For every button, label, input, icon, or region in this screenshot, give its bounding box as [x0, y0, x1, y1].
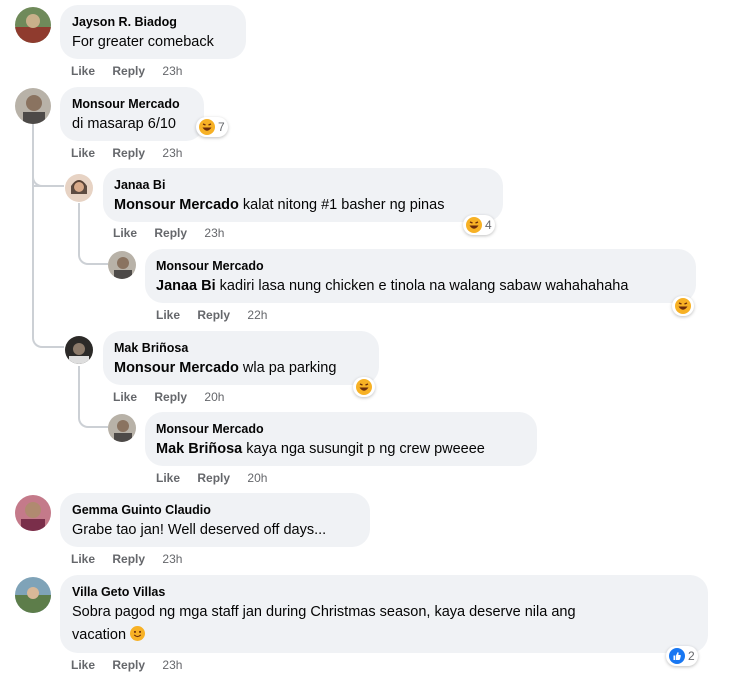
like-link[interactable]: Like: [71, 146, 95, 160]
thread-line: [32, 165, 64, 187]
reply-link[interactable]: Reply: [154, 390, 187, 404]
comment-bubble: Janaa Bi Monsour Mercado kalat nitong #1…: [103, 168, 503, 222]
reaction-summary[interactable]: 4: [463, 215, 495, 235]
avatar[interactable]: [15, 577, 51, 613]
mention-tag[interactable]: Janaa Bi: [156, 278, 216, 294]
comment-body: kalat nitong #1 basher ng pinas: [238, 197, 445, 213]
avatar[interactable]: [15, 495, 51, 531]
thread-line: [78, 203, 108, 265]
comment-bubble: Monsour Mercado Mak Briñosa kaya nga sus…: [145, 412, 537, 466]
reply-link[interactable]: Reply: [197, 308, 230, 322]
reaction-count: 7: [218, 120, 225, 134]
comment-bubble: Villa Geto Villas Sobra pagod ng mga sta…: [60, 575, 708, 653]
laugh-emoji-icon: [675, 298, 691, 314]
comment-actions: Like Reply 23h: [71, 146, 182, 160]
laugh-emoji-icon: [199, 119, 215, 135]
like-link[interactable]: Like: [156, 308, 180, 322]
comment-body: wla pa parking: [238, 360, 337, 376]
reply-link[interactable]: Reply: [112, 64, 145, 78]
comment-body: kadiri lasa nung chicken e tinola na wal…: [215, 278, 629, 294]
commenter-name[interactable]: Monsour Mercado: [156, 422, 264, 436]
thread-line: [78, 366, 108, 428]
reply-link[interactable]: Reply: [112, 658, 145, 672]
comment-body: kaya nga susungit p ng crew pweeee: [242, 441, 485, 457]
thread-line: [32, 124, 64, 348]
comment-time[interactable]: 23h: [162, 146, 182, 160]
comment-text: Sobra pagod ng mga staff jan during Chri…: [72, 604, 576, 620]
comment-actions: Like Reply 23h: [113, 226, 224, 240]
avatar[interactable]: [65, 174, 93, 202]
comment-text: Mak Briñosa kaya nga susungit p ng crew …: [156, 439, 485, 459]
comment-bubble: Jayson R. Biadog For greater comeback: [60, 5, 246, 59]
comment-actions: Like Reply 23h: [71, 658, 182, 672]
comment-time[interactable]: 22h: [247, 308, 267, 322]
reply-link[interactable]: Reply: [154, 226, 187, 240]
comment-text: Monsour Mercado wla pa parking: [114, 358, 336, 378]
avatar[interactable]: [108, 251, 136, 279]
reaction-summary[interactable]: [672, 296, 694, 316]
like-link[interactable]: Like: [71, 64, 95, 78]
comment-bubble: Monsour Mercado di masarap 6/10: [60, 87, 204, 141]
comment-time[interactable]: 20h: [204, 390, 224, 404]
laugh-emoji-icon: [466, 217, 482, 233]
smile-emoji-icon: [130, 626, 146, 641]
like-link[interactable]: Like: [113, 390, 137, 404]
avatar[interactable]: [65, 336, 93, 364]
laugh-emoji-icon: [356, 379, 372, 395]
like-link[interactable]: Like: [113, 226, 137, 240]
reply-link[interactable]: Reply: [197, 471, 230, 485]
comment-actions: Like Reply 20h: [156, 471, 267, 485]
comment-text: di masarap 6/10: [72, 116, 176, 132]
comment-time[interactable]: 23h: [162, 658, 182, 672]
comment-bubble: Monsour Mercado Janaa Bi kadiri lasa nun…: [145, 249, 696, 303]
commenter-name[interactable]: Gemma Guinto Claudio: [72, 503, 211, 517]
comment-actions: Like Reply 23h: [71, 552, 182, 566]
reaction-count: 2: [688, 649, 695, 663]
commenter-name[interactable]: Monsour Mercado: [156, 259, 264, 273]
like-link[interactable]: Like: [71, 658, 95, 672]
mention-tag[interactable]: Monsour Mercado: [114, 197, 239, 213]
comment-body: vacation: [72, 627, 127, 643]
avatar[interactable]: [15, 7, 51, 43]
reaction-summary[interactable]: [353, 377, 375, 397]
commenter-name[interactable]: Mak Briñosa: [114, 341, 188, 355]
commenter-name[interactable]: Monsour Mercado: [72, 97, 180, 111]
comment-time[interactable]: 20h: [247, 471, 267, 485]
reply-link[interactable]: Reply: [112, 146, 145, 160]
avatar[interactable]: [108, 414, 136, 442]
comment-text: Monsour Mercado kalat nitong #1 basher n…: [114, 195, 444, 215]
mention-tag[interactable]: Mak Briñosa: [156, 441, 242, 457]
comment-time[interactable]: 23h: [162, 552, 182, 566]
reply-link[interactable]: Reply: [112, 552, 145, 566]
comment-text: Grabe tao jan! Well deserved off days...: [72, 522, 327, 538]
like-link[interactable]: Like: [156, 471, 180, 485]
comment-text: Janaa Bi kadiri lasa nung chicken e tino…: [156, 276, 628, 296]
commenter-name[interactable]: Janaa Bi: [114, 178, 165, 192]
comment-bubble: Gemma Guinto Claudio Grabe tao jan! Well…: [60, 493, 370, 547]
comment-actions: Like Reply 23h: [71, 64, 182, 78]
comment-time[interactable]: 23h: [162, 64, 182, 78]
reaction-summary[interactable]: 2: [666, 646, 698, 666]
reaction-count: 4: [485, 218, 492, 232]
comment-time[interactable]: 23h: [204, 226, 224, 240]
commenter-name[interactable]: Jayson R. Biadog: [72, 15, 177, 29]
reaction-summary[interactable]: 7: [196, 117, 228, 137]
comment-bubble: Mak Briñosa Monsour Mercado wla pa parki…: [103, 331, 379, 385]
comment-text: For greater comeback: [72, 34, 214, 50]
comment-text-line2: vacation: [72, 625, 146, 645]
like-emoji-icon: [669, 648, 685, 664]
commenter-name[interactable]: Villa Geto Villas: [72, 585, 165, 599]
comment-actions: Like Reply 20h: [113, 390, 224, 404]
mention-tag[interactable]: Monsour Mercado: [114, 360, 239, 376]
like-link[interactable]: Like: [71, 552, 95, 566]
avatar[interactable]: [15, 88, 51, 124]
comment-actions: Like Reply 22h: [156, 308, 267, 322]
